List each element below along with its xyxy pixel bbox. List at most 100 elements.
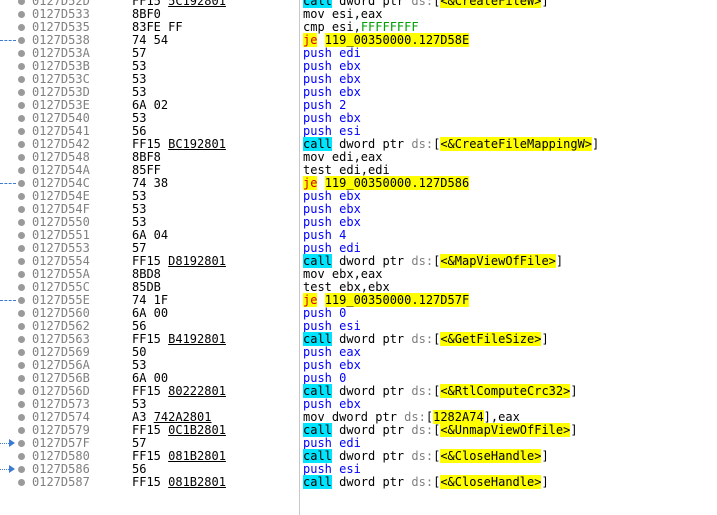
gutter[interactable] [0,47,30,60]
gutter[interactable] [0,0,30,8]
disassembly-cell[interactable]: push 4 [303,229,717,242]
gutter[interactable] [0,203,30,216]
breakpoint-dot-icon[interactable] [18,11,25,18]
breakpoint-dot-icon[interactable] [18,193,25,200]
gutter[interactable] [0,216,30,229]
bytes-cell[interactable]: 57 [132,47,298,60]
disassembly-cell[interactable]: call dword ptr ds:[<&CloseHandle>] [303,475,717,489]
disassembly-cell[interactable]: push ebx [303,73,717,86]
gutter[interactable] [0,450,30,463]
gutter[interactable] [0,60,30,73]
bytes-cell[interactable]: 53 [132,190,298,203]
bytes-cell[interactable]: 53 [132,203,298,216]
gutter[interactable] [0,411,30,424]
breakpoint-dot-icon[interactable] [18,349,25,356]
gutter[interactable] [0,164,30,177]
bytes-cell[interactable]: FF15 081B2801 [132,476,298,489]
gutter[interactable] [0,359,30,372]
breakpoint-dot-icon[interactable] [18,0,25,5]
gutter[interactable] [0,112,30,125]
breakpoint-dot-icon[interactable] [18,323,25,330]
gutter[interactable] [0,125,30,138]
gutter[interactable] [0,73,30,86]
disassembly-cell[interactable]: call dword ptr ds:[<&GetFileSize>] [303,332,717,346]
breakpoint-dot-icon[interactable] [18,219,25,226]
breakpoint-dot-icon[interactable] [18,375,25,382]
breakpoint-dot-icon[interactable] [18,297,25,304]
disassembly-view[interactable]: 0127D52D FF15 5C192801 call dword ptr ds:[… [0,0,717,515]
breakpoint-dot-icon[interactable] [18,466,25,473]
breakpoint-dot-icon[interactable] [18,89,25,96]
gutter[interactable] [0,138,30,151]
breakpoint-dot-icon[interactable] [18,427,25,434]
bytes-cell[interactable]: 6A 04 [132,229,298,242]
gutter[interactable] [0,229,30,242]
breakpoint-dot-icon[interactable] [18,284,25,291]
disassembly-cell[interactable]: push edi [303,47,717,60]
breakpoint-dot-icon[interactable] [18,115,25,122]
disassembly-cell[interactable]: je 119_00350000.127D58E [303,33,717,47]
instruction-row[interactable]: 0127D550 53 push ebx [0,216,717,229]
disassembly-cell[interactable]: push ebx [303,112,717,125]
gutter[interactable] [0,437,30,450]
breakpoint-dot-icon[interactable] [18,245,25,252]
disassembly-cell[interactable]: call dword ptr ds:[<&RtlComputeCrc32>] [303,384,717,398]
gutter[interactable] [0,463,30,476]
gutter[interactable] [0,242,30,255]
disassembly-cell[interactable]: je 119_00350000.127D586 [303,176,717,190]
instruction-row[interactable]: 0127D53D 53 push ebx [0,86,717,99]
breakpoint-dot-icon[interactable] [18,76,25,83]
breakpoint-dot-icon[interactable] [18,440,25,447]
disassembly-cell[interactable]: push 0 [303,307,717,320]
disassembly-cell[interactable]: push eax [303,346,717,359]
breakpoint-dot-icon[interactable] [18,479,25,486]
breakpoint-dot-icon[interactable] [18,24,25,31]
gutter[interactable] [0,99,30,112]
gutter[interactable] [0,333,30,346]
disassembly-cell[interactable]: push ebx [303,359,717,372]
gutter[interactable] [0,372,30,385]
breakpoint-dot-icon[interactable] [18,232,25,239]
gutter[interactable] [0,398,30,411]
disassembly-cell[interactable]: push ebx [303,86,717,99]
gutter[interactable] [0,34,30,47]
disassembly-cell[interactable]: push ebx [303,216,717,229]
gutter[interactable] [0,151,30,164]
breakpoint-dot-icon[interactable] [18,206,25,213]
bytes-cell[interactable]: 6A 02 [132,99,298,112]
breakpoint-dot-icon[interactable] [18,50,25,57]
instruction-row[interactable]: 0127D55E 74 1F je 119_00350000.127D57F [0,293,717,307]
gutter[interactable] [0,320,30,333]
disassembly-cell[interactable]: call dword ptr ds:[<&CloseHandle>] [303,449,717,463]
gutter[interactable] [0,346,30,359]
breakpoint-dot-icon[interactable] [18,154,25,161]
gutter[interactable] [0,86,30,99]
bytes-cell[interactable]: 6A 00 [132,307,298,320]
disassembly-cell[interactable]: call dword ptr ds:[<&UnmapViewOfFile>] [303,423,717,437]
breakpoint-dot-icon[interactable] [18,141,25,148]
bytes-cell[interactable]: 74 54 [132,34,298,47]
breakpoint-dot-icon[interactable] [18,271,25,278]
gutter[interactable] [0,281,30,294]
disassembly-cell[interactable]: je 119_00350000.127D57F [303,293,717,307]
bytes-cell[interactable]: FF15 081B2801 [132,450,298,463]
bytes-cell[interactable]: 53 [132,112,298,125]
bytes-cell[interactable]: 53 [132,60,298,73]
gutter[interactable] [0,190,30,203]
gutter[interactable] [0,294,30,307]
instruction-row[interactable]: 0127D587 FF15 081B2801 call dword ptr ds:[… [0,475,717,489]
gutter[interactable] [0,385,30,398]
breakpoint-dot-icon[interactable] [18,258,25,265]
disassembly-cell[interactable]: push ebx [303,190,717,203]
breakpoint-dot-icon[interactable] [18,362,25,369]
gutter[interactable] [0,8,30,21]
bytes-cell[interactable]: 50 [132,346,298,359]
breakpoint-dot-icon[interactable] [18,180,25,187]
bytes-cell[interactable]: 74 38 [132,177,298,190]
gutter[interactable] [0,21,30,34]
address-cell[interactable]: 0127D587 [32,476,128,489]
breakpoint-dot-icon[interactable] [18,414,25,421]
bytes-cell[interactable]: FF15 80222801 [132,385,298,398]
bytes-cell[interactable]: 53 [132,73,298,86]
gutter[interactable] [0,476,30,489]
